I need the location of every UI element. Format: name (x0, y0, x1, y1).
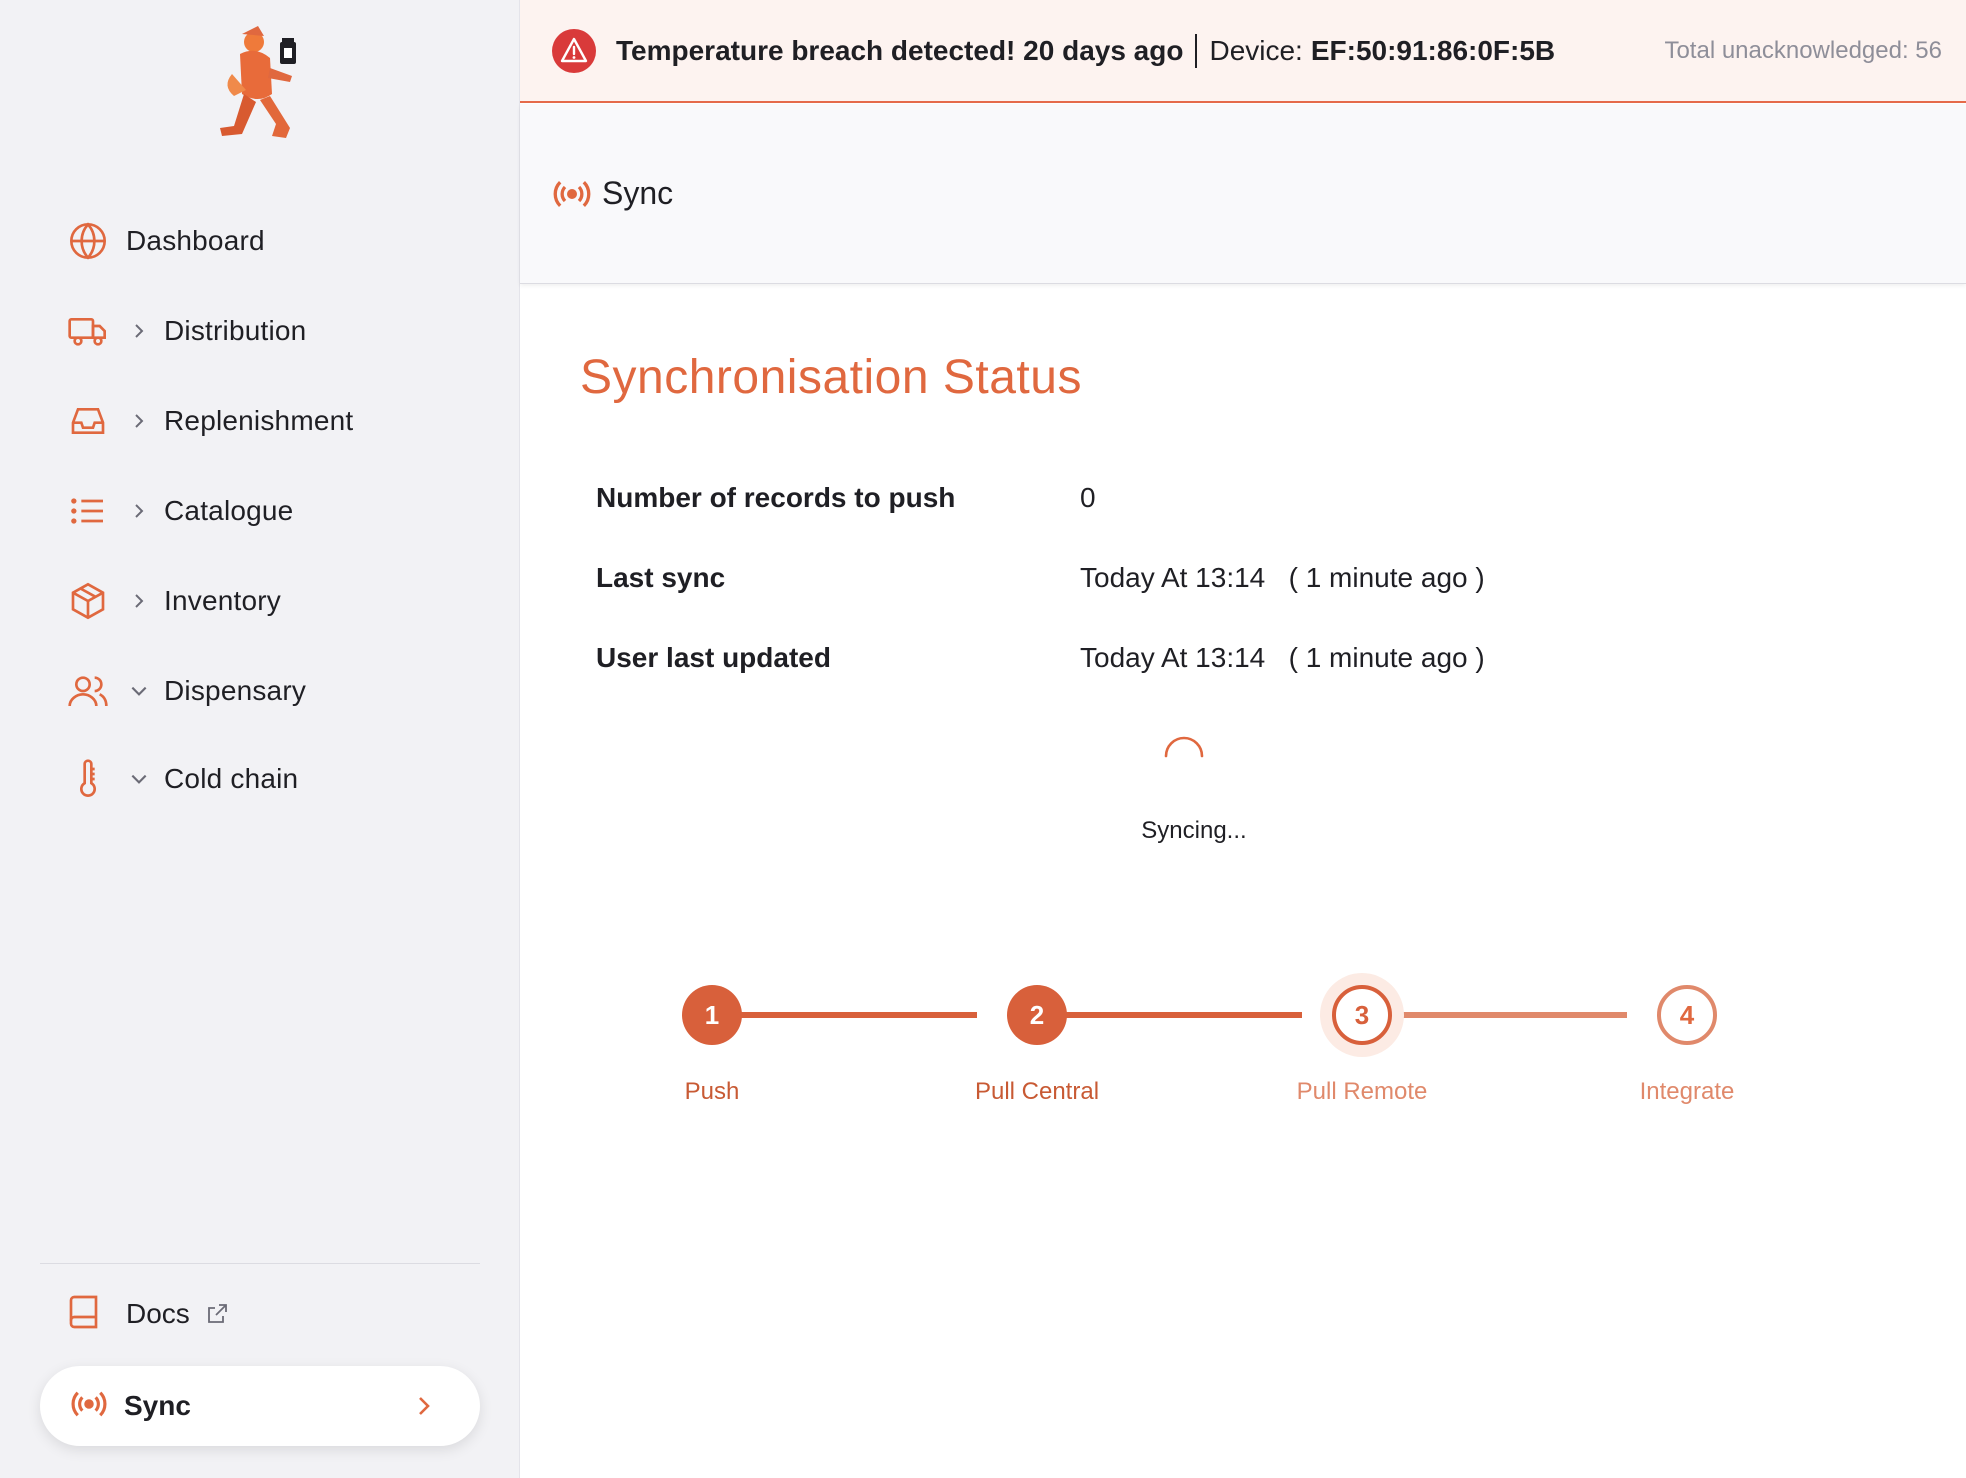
page-header: Sync (520, 104, 1966, 284)
docs-link[interactable]: Docs (66, 1286, 230, 1342)
sidebar-item-label: Sync (124, 1390, 191, 1421)
sidebar-item-label: Distribution (164, 315, 307, 346)
list-icon (66, 489, 110, 533)
row-key: Last sync (596, 562, 726, 593)
step-number: 4 (1679, 999, 1695, 1030)
step-pull-remote: 3 (1332, 985, 1392, 1045)
sidebar-item-label: Replenishment (164, 405, 354, 436)
loading-spinner (1164, 736, 1204, 758)
step-label-pull-remote: Pull Remote (1296, 1078, 1428, 1105)
chevron-right-icon (128, 590, 150, 612)
chevron-down-icon (128, 680, 150, 702)
truck-icon (66, 309, 110, 353)
inbox-icon (66, 399, 110, 443)
warning-icon (552, 28, 596, 73)
step-pull-central: 2 (1007, 985, 1067, 1045)
box-icon (66, 579, 110, 623)
chevron-right-icon (128, 410, 150, 432)
broadcast-icon (70, 1385, 108, 1428)
step-integrate: 4 (1657, 985, 1717, 1045)
alert-message: Temperature breach detected! 20 days ago (616, 34, 1184, 66)
users-icon (66, 669, 110, 713)
step-number: 3 (1354, 999, 1370, 1030)
globe-icon (66, 219, 110, 263)
sidebar-item-label: Dispensary (164, 675, 307, 706)
chevron-right-icon (128, 500, 150, 522)
step-push: 1 (682, 985, 742, 1045)
sidebar-item-replenishment[interactable]: Replenishment (66, 393, 353, 449)
sidebar-item-label: Dashboard (126, 225, 265, 256)
sidebar-item-dashboard[interactable]: Dashboard (66, 213, 265, 269)
alert-device-label: Device: (1209, 34, 1303, 66)
external-link-icon (204, 1301, 230, 1327)
step-number: 1 (704, 999, 720, 1030)
stepper-connector (1037, 1012, 1302, 1018)
docs-label: Docs (126, 1298, 190, 1329)
row-value: Today At 13:14 ( 1 minute ago ) (1080, 642, 1485, 673)
app-logo (220, 26, 296, 138)
step-number: 2 (1029, 999, 1045, 1030)
thermometer-icon (66, 757, 110, 801)
sidebar-item-label: Catalogue (164, 495, 294, 526)
sidebar-item-dispensary[interactable]: Dispensary (66, 663, 306, 719)
page-title: Sync (602, 175, 674, 211)
unacknowledged-count: Total unacknowledged: 56 (1664, 36, 1942, 64)
sidebar-item-label: Inventory (164, 585, 281, 616)
row-value: 0 (1080, 482, 1096, 513)
alert-separator (1195, 33, 1198, 68)
sidebar-divider (40, 1263, 480, 1264)
sync-stepper: 1 2 3 4 Push Pull Central Pull Remote In… (640, 960, 1780, 1120)
sync-status-title: Synchronisation Status (580, 351, 1082, 404)
step-label-push: Push (684, 1078, 740, 1105)
broadcast-icon (553, 180, 591, 207)
stepper-connector (1362, 1012, 1627, 1018)
step-label-pull-central: Pull Central (974, 1078, 1100, 1105)
sidebar-item-distribution[interactable]: Distribution (66, 303, 306, 359)
alert-device-id: EF:50:91:86:0F:5B (1310, 34, 1556, 66)
sidebar-item-cold-chain[interactable]: Cold chain (66, 751, 298, 807)
row-value: Today At 13:14 ( 1 minute ago ) (1080, 562, 1485, 593)
sync-status-text: Syncing... (1141, 817, 1247, 844)
sidebar-item-label: Cold chain (164, 763, 299, 794)
sidebar-item-inventory[interactable]: Inventory (66, 573, 281, 629)
row-key: Number of records to push (596, 482, 956, 513)
chevron-right-icon (419, 1397, 430, 1415)
row-key: User last updated (596, 642, 831, 673)
chevron-down-icon (128, 768, 150, 790)
sidebar: Dashboard Distribution Replenishment Cat… (0, 0, 520, 1478)
step-label-integrate: Integrate (1639, 1078, 1735, 1105)
temperature-alert-banner[interactable]: Temperature breach detected! 20 days ago… (520, 0, 1966, 103)
book-icon (66, 1292, 106, 1337)
stepper-connector (712, 1012, 977, 1018)
chevron-right-icon (128, 320, 150, 342)
sidebar-item-sync[interactable]: Sync (40, 1366, 480, 1446)
sidebar-item-catalogue[interactable]: Catalogue (66, 483, 293, 539)
